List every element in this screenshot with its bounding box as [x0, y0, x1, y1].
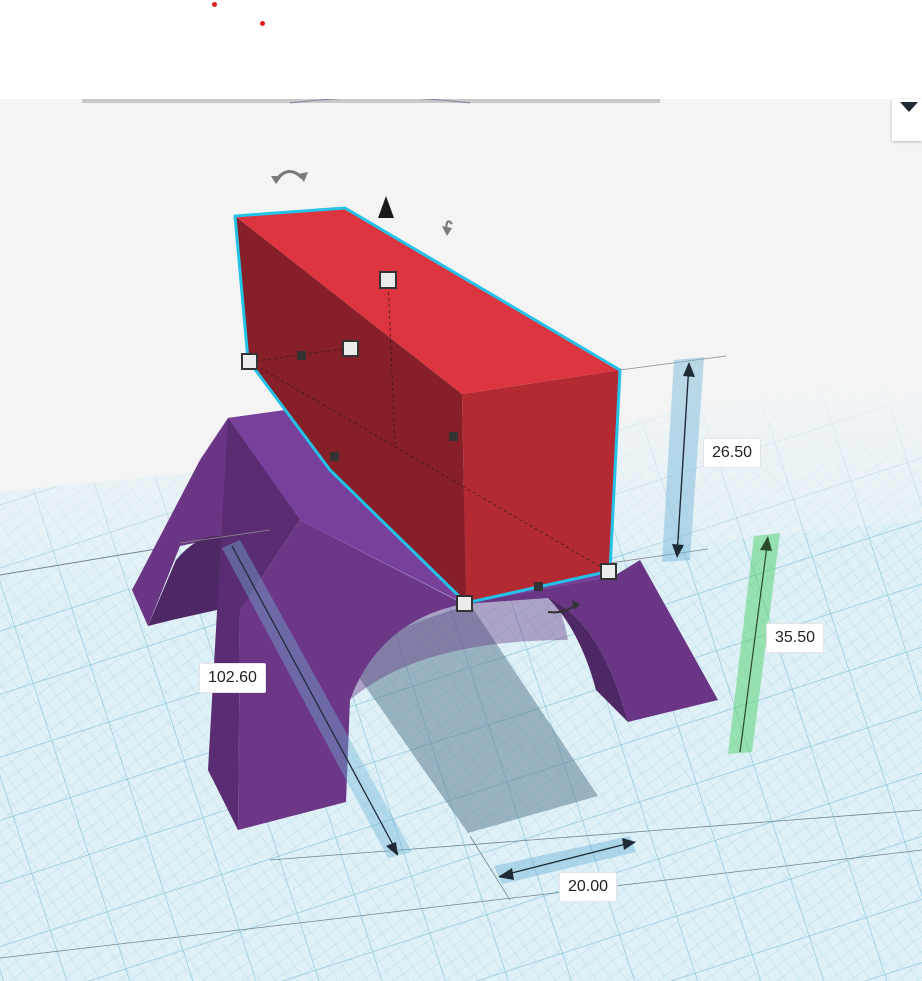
resize-handle-top[interactable]: [379, 271, 397, 289]
resize-handle-corner[interactable]: [241, 353, 258, 370]
view-menu-tab[interactable]: [892, 99, 922, 141]
width-dimension-label[interactable]: 20.00: [559, 872, 618, 902]
resize-handle-corner[interactable]: [456, 595, 473, 612]
resize-handle-corner[interactable]: [600, 563, 617, 580]
resize-handle-mid[interactable]: [330, 452, 339, 461]
resize-handle-mid[interactable]: [297, 351, 306, 360]
top-toolbar: [0, 0, 922, 99]
elevation-dimension-label[interactable]: 35.50: [766, 623, 825, 653]
resize-handle-corner[interactable]: [342, 340, 359, 357]
indicator-dot: [212, 2, 217, 7]
length-dimension-label[interactable]: 102.60: [199, 663, 266, 693]
resize-handle-mid[interactable]: [534, 582, 543, 591]
workplane-viewport[interactable]: 26.50 35.50 102.60 20.00: [0, 99, 922, 981]
box-front-face: [462, 370, 620, 603]
far-grid-edge: [82, 99, 660, 103]
height-dimension-label[interactable]: 26.50: [703, 438, 762, 468]
scene-canvas[interactable]: [0, 99, 922, 981]
indicator-dot: [260, 21, 265, 26]
resize-handle-mid[interactable]: [449, 432, 458, 441]
chevron-down-icon: [900, 102, 918, 112]
